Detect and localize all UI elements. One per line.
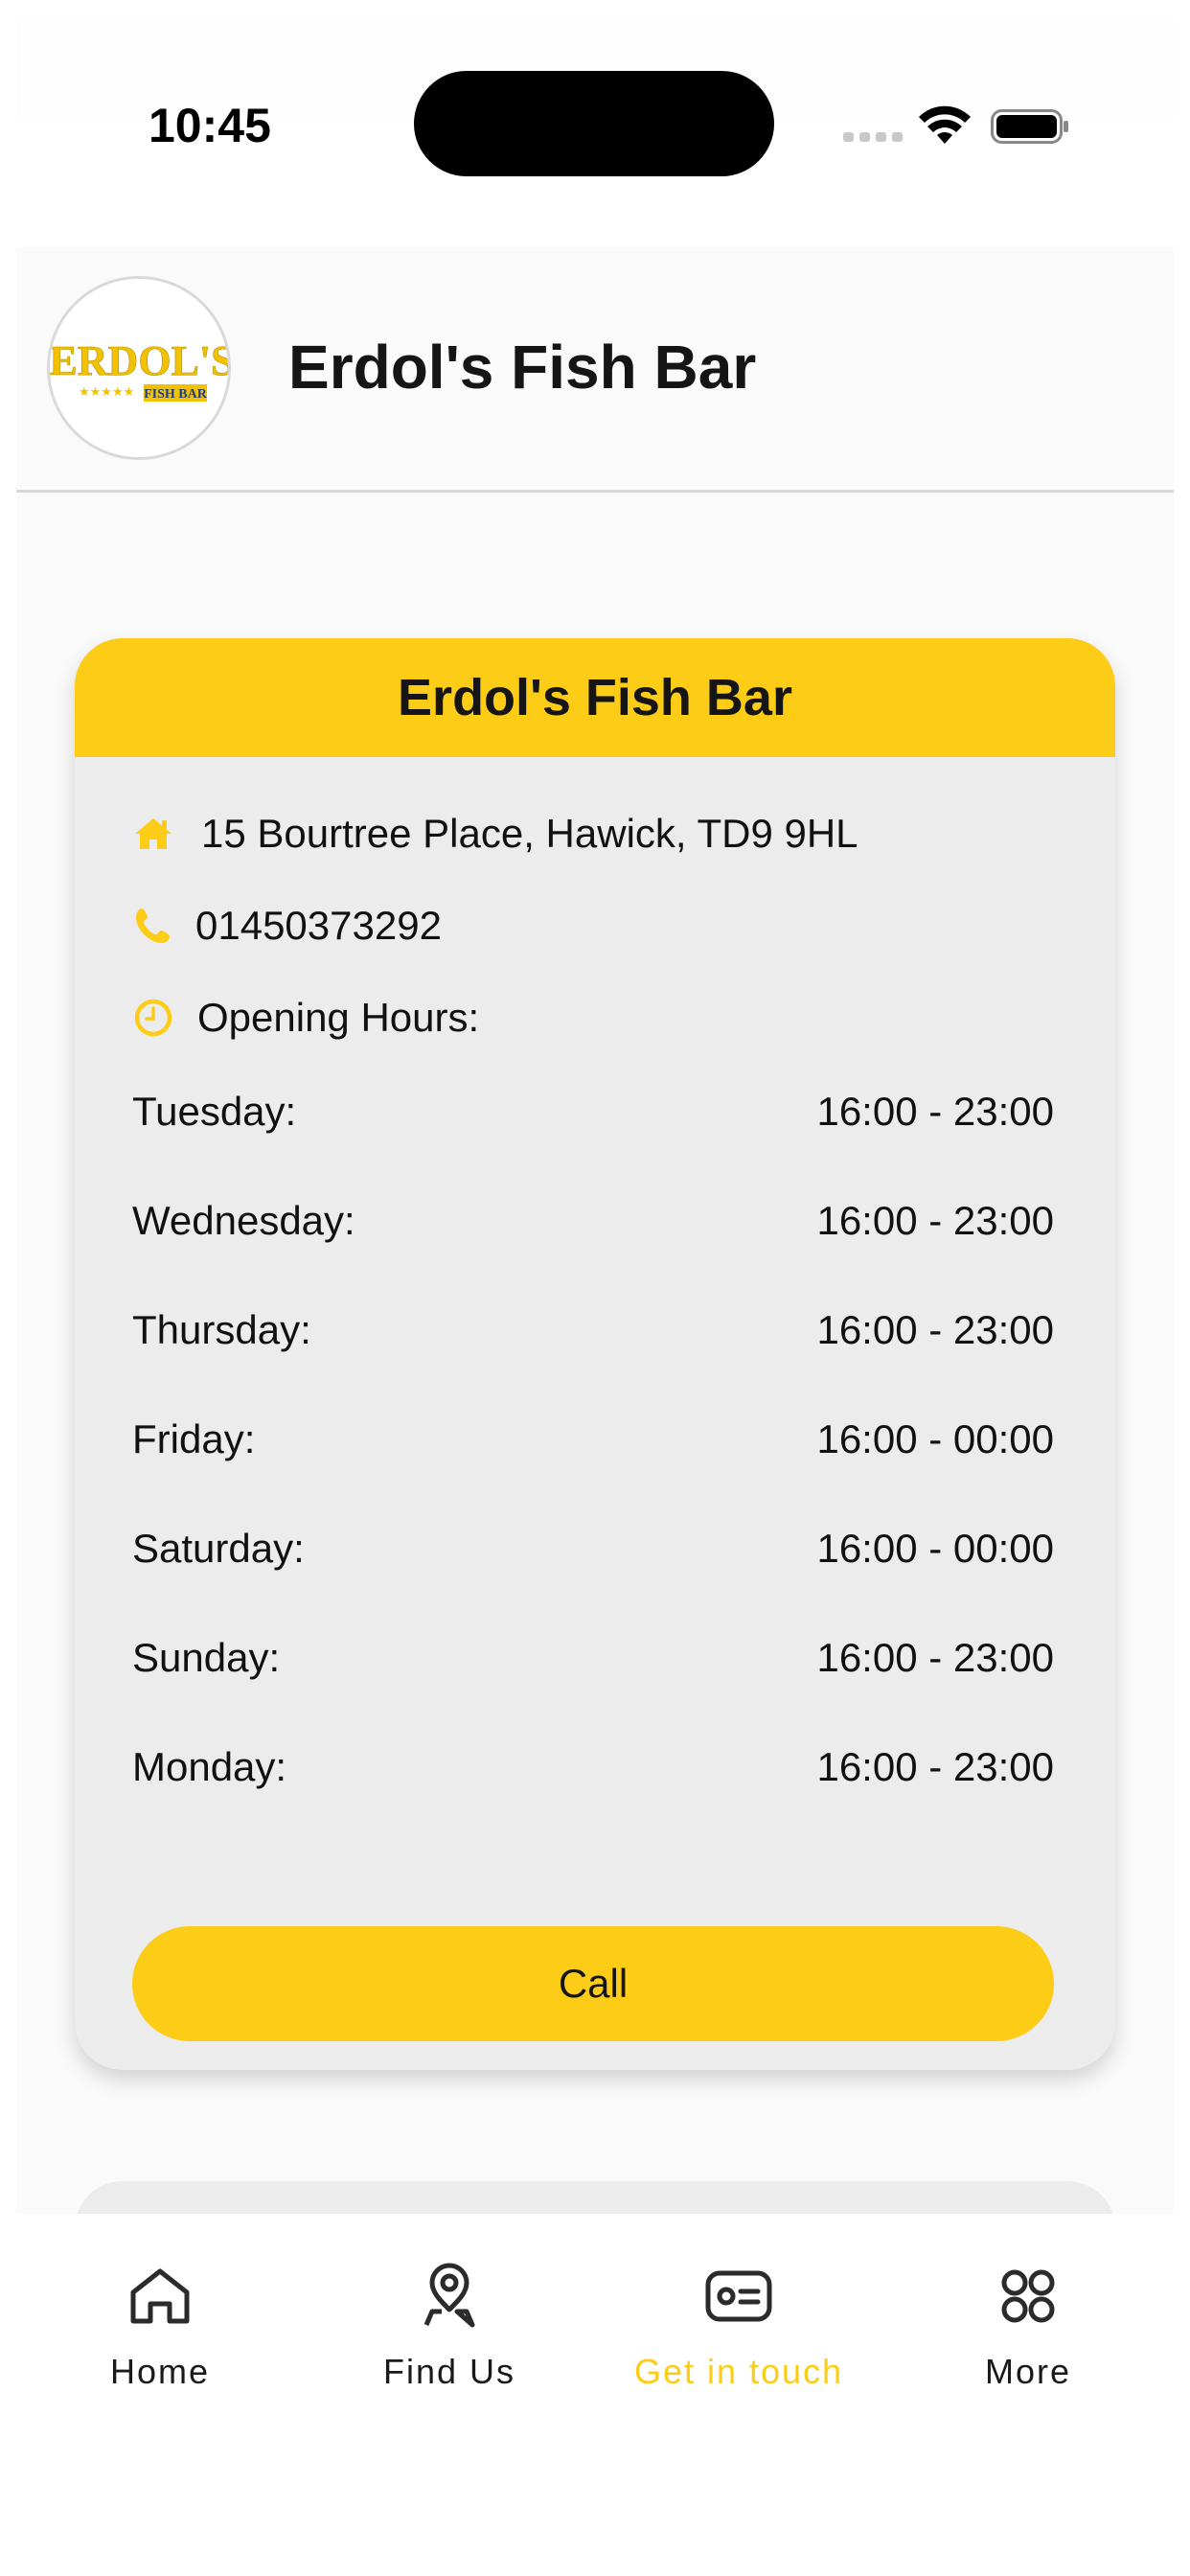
cellular-signal-icon: [843, 132, 903, 142]
address-text: 15 Bourtree Place, Hawick, TD9 9HL: [201, 811, 858, 856]
nav-get-in-touch[interactable]: Get in touch: [595, 2260, 882, 2392]
nav-find-us[interactable]: Find Us: [306, 2260, 593, 2392]
nav-get-in-touch-label: Get in touch: [633, 2352, 844, 2391]
phone-number[interactable]: 01450373292: [195, 903, 442, 949]
nav-home-label: Home: [109, 2352, 211, 2391]
time-range: 16:00 - 23:00: [816, 1198, 1054, 1243]
day-label: Friday:: [132, 1416, 256, 1461]
home-icon: [135, 818, 172, 849]
address-row: 15 Bourtree Place, Hawick, TD9 9HL: [132, 811, 858, 857]
dynamic-island: [414, 71, 774, 176]
nav-find-us-label: Find Us: [382, 2352, 516, 2391]
battery-icon: [991, 109, 1068, 144]
svg-text:★★★★★: ★★★★★: [79, 385, 134, 400]
hours-row: Saturday: 16:00 - 00:00: [132, 1526, 1054, 1635]
day-label: Wednesday:: [132, 1198, 355, 1243]
call-button[interactable]: Call: [132, 1926, 1054, 2041]
time-range: 16:00 - 00:00: [816, 1416, 1054, 1461]
card-header: Erdol's Fish Bar: [75, 638, 1115, 757]
time-range: 16:00 - 23:00: [816, 1744, 1054, 1789]
grid-icon: [1001, 2269, 1055, 2323]
opening-hours-row: Opening Hours:: [132, 995, 479, 1041]
hours-row: Friday: 16:00 - 00:00: [132, 1416, 1054, 1526]
location-pin-icon: [423, 2263, 475, 2328]
day-label: Monday:: [132, 1744, 287, 1789]
day-label: Thursday:: [132, 1307, 311, 1352]
bottom-nav: Home Find Us Get in touch More: [0, 2214, 1190, 2576]
nav-more-label: More: [984, 2352, 1072, 2391]
nav-home[interactable]: Home: [16, 2260, 304, 2392]
phone-row[interactable]: 01450373292: [132, 903, 442, 949]
day-label: Sunday:: [132, 1635, 281, 1680]
hours-row: Thursday: 16:00 - 23:00: [132, 1307, 1054, 1416]
hours-row: Wednesday: 16:00 - 23:00: [132, 1198, 1054, 1307]
time-range: 16:00 - 23:00: [816, 1307, 1054, 1352]
svg-text:ERDOL'S: ERDOL'S: [50, 337, 231, 384]
phone-icon: [136, 908, 170, 943]
hours-row: Monday: 16:00 - 23:00: [132, 1744, 1054, 1853]
contact-card-icon: [705, 2270, 772, 2322]
restaurant-logo: ERDOL'S ★★★★★ FISH BAR: [47, 276, 231, 460]
home-icon: [130, 2268, 190, 2324]
day-label: Saturday:: [132, 1526, 305, 1571]
wifi-icon: [919, 105, 971, 144]
restaurant-info-card: Erdol's Fish Bar 15 Bourtree Place, Hawi…: [75, 638, 1115, 2070]
app-header: ERDOL'S ★★★★★ FISH BAR Erdol's Fish Bar: [16, 247, 1174, 493]
time-range: 16:00 - 23:00: [816, 1089, 1054, 1134]
hours-row: Tuesday: 16:00 - 23:00: [132, 1089, 1054, 1198]
hours-row: Sunday: 16:00 - 23:00: [132, 1635, 1054, 1744]
svg-text:FISH BAR: FISH BAR: [144, 387, 208, 402]
time-range: 16:00 - 23:00: [816, 1635, 1054, 1680]
clock-icon: [134, 999, 172, 1037]
day-label: Tuesday:: [132, 1089, 297, 1134]
status-time: 10:45: [149, 99, 271, 152]
nav-more[interactable]: More: [884, 2260, 1172, 2392]
time-range: 16:00 - 00:00: [816, 1526, 1054, 1571]
opening-hours-label: Opening Hours:: [197, 995, 480, 1040]
hours-list: Tuesday: 16:00 - 23:00 Wednesday: 16:00 - …: [132, 1089, 1054, 1853]
card-title: Erdol's Fish Bar: [398, 669, 792, 726]
page-title: Erdol's Fish Bar: [288, 333, 757, 402]
